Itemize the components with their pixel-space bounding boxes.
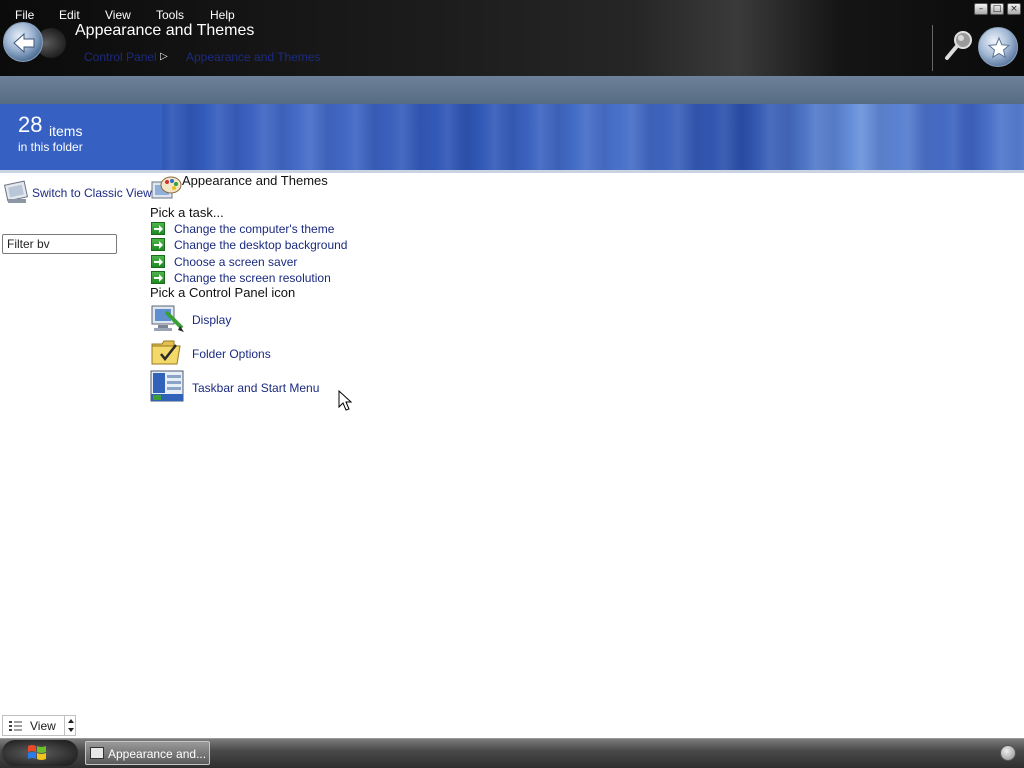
task-label: Change the desktop background — [174, 238, 348, 252]
tray-icon[interactable] — [1000, 745, 1016, 761]
view-list-icon — [8, 720, 24, 735]
folder-options-icon — [150, 336, 184, 371]
task-change-desktop-background[interactable]: Change the desktop background — [150, 237, 360, 253]
control-panel-item-display[interactable]: Display — [150, 302, 350, 336]
control-panel-item-folder-options[interactable]: Folder Options — [150, 336, 350, 370]
maximize-button[interactable]: □ — [990, 3, 1004, 15]
task-change-screen-resolution[interactable]: Change the screen resolution — [150, 270, 335, 286]
green-arrow-icon — [151, 222, 165, 235]
switch-to-classic-view-link[interactable]: Switch to Classic View — [2, 177, 152, 210]
folder-options-label: Folder Options — [192, 347, 271, 361]
menu-file[interactable]: File — [15, 8, 34, 22]
favorites-button[interactable] — [978, 27, 1018, 67]
menu-bar — [0, 76, 1024, 104]
control-panel-item-taskbar-start-menu[interactable]: Taskbar and Start Menu — [150, 370, 350, 404]
window-title: Appearance and Themes — [75, 22, 255, 39]
display-icon — [150, 302, 184, 337]
pick-task-heading: Pick a task... — [150, 205, 224, 220]
toolbar-divider — [932, 25, 933, 71]
view-button[interactable]: View — [2, 715, 76, 736]
task-label: Change the computer's theme — [174, 222, 335, 236]
mouse-cursor-icon — [338, 389, 354, 415]
menu-tools[interactable]: Tools — [156, 8, 184, 22]
taskbar-window-label: Appearance and... — [108, 747, 207, 761]
back-arrow-icon — [13, 32, 35, 54]
item-count-subtitle: in this folder — [18, 140, 83, 154]
breadcrumb-separator-icon[interactable]: ▷ — [160, 51, 168, 62]
search-icon[interactable] — [944, 30, 974, 65]
task-label: Change the screen resolution — [174, 271, 331, 285]
taskbar-start-menu-icon — [150, 370, 184, 405]
menu-help[interactable]: Help — [210, 8, 235, 22]
minimize-button[interactable]: – — [974, 3, 988, 15]
task-choose-screen-saver[interactable]: Choose a screen saver — [150, 254, 300, 270]
taskbar-start-menu-label: Taskbar and Start Menu — [192, 381, 320, 395]
breadcrumb-appearance-and-themes[interactable]: Appearance and Themes — [186, 50, 321, 64]
pick-icon-heading: Pick a Control Panel icon — [150, 285, 296, 300]
control-panel-icon — [2, 177, 32, 210]
category-title: Appearance and Themes — [182, 173, 328, 188]
appearance-themes-icon — [150, 172, 182, 207]
windows-logo-icon — [28, 745, 46, 760]
display-label: Display — [192, 313, 232, 327]
menu-edit[interactable]: Edit — [59, 8, 80, 22]
menu-view[interactable]: View — [105, 8, 131, 22]
classic-view-label: Switch to Classic View — [32, 186, 152, 200]
taskbar-window-button[interactable]: Appearance and... — [85, 741, 210, 765]
view-label: View — [30, 719, 56, 733]
task-label: Choose a screen saver — [174, 255, 298, 269]
task-change-theme[interactable]: Change the computer's theme — [150, 221, 350, 237]
item-count-unit: items — [49, 123, 83, 139]
up-down-arrows-icon — [68, 719, 74, 732]
control-panel-window-icon — [90, 747, 104, 759]
item-count: 28 — [18, 112, 43, 137]
green-arrow-icon — [151, 271, 165, 284]
start-button[interactable] — [2, 740, 78, 766]
green-arrow-icon — [151, 255, 165, 268]
breadcrumb-control-panel[interactable]: Control Panel — [84, 50, 157, 64]
star-icon — [987, 36, 1011, 59]
back-button[interactable] — [3, 22, 43, 62]
folder-banner — [0, 104, 1024, 170]
green-arrow-icon — [151, 238, 165, 251]
filter-input[interactable] — [2, 234, 117, 254]
view-spinner[interactable] — [64, 716, 76, 735]
banner-decoration — [160, 104, 1024, 170]
close-button[interactable]: × — [1007, 3, 1021, 15]
